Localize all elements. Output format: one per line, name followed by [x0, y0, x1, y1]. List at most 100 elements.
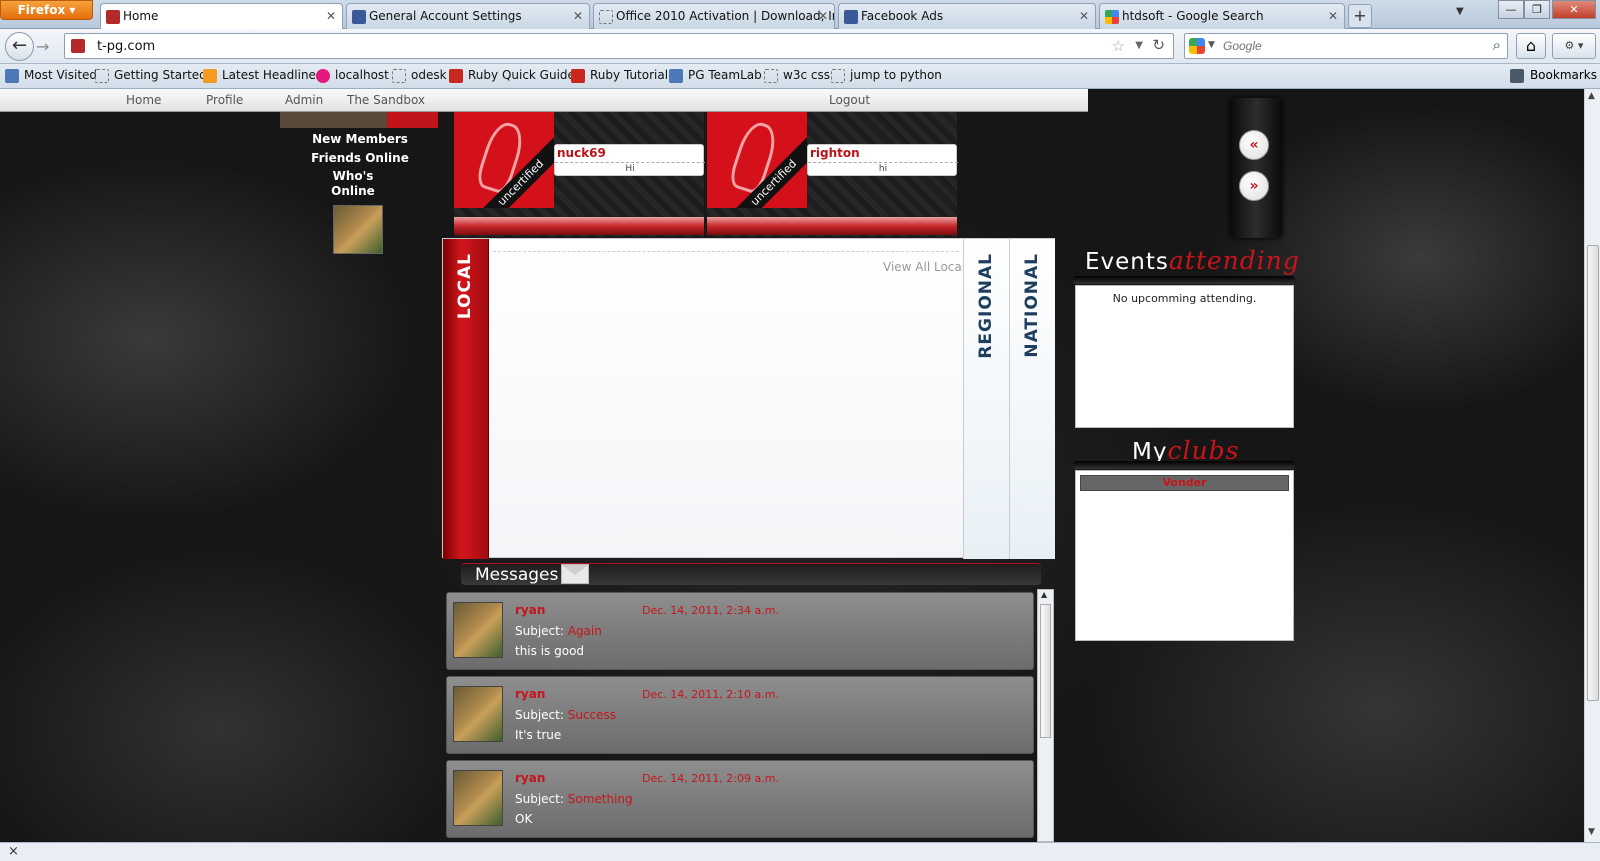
- bookmark-ruby-quick-guide[interactable]: Ruby Quick Guide: [449, 68, 575, 83]
- bookmark-pg-teamlab[interactable]: PG TeamLab: [669, 68, 762, 83]
- bookmark-latest-headlines[interactable]: Latest Headlines: [203, 68, 322, 83]
- friends-online-link[interactable]: Friends Online: [310, 151, 410, 165]
- member-name[interactable]: nuck69: [557, 146, 606, 160]
- close-tab-icon[interactable]: ✕: [573, 4, 583, 28]
- member-photo[interactable]: uncertified: [707, 112, 807, 208]
- url-bar[interactable]: t-pg.com ☆ ▼ ↻: [64, 33, 1174, 59]
- member-carousel-controls: « »: [1230, 98, 1282, 238]
- events-title-bar: [1073, 276, 1295, 284]
- nav-the-sandbox[interactable]: The Sandbox: [347, 93, 425, 107]
- subject-text[interactable]: Success: [568, 708, 616, 722]
- search-icon[interactable]: ⌕: [1493, 36, 1501, 54]
- teamlab-icon: [669, 69, 683, 83]
- envelope-icon[interactable]: [561, 564, 589, 584]
- tab-office-activation[interactable]: Office 2010 Activation | Download, In...…: [593, 3, 835, 29]
- bookmark-jump-to-python[interactable]: jump to python: [831, 68, 942, 83]
- bookmark-getting-started[interactable]: Getting Started: [95, 68, 207, 83]
- scroll-down-icon[interactable]: ▼: [1588, 827, 1595, 837]
- forward-button[interactable]: →: [36, 37, 49, 56]
- nav-admin[interactable]: Admin: [285, 93, 323, 107]
- reload-icon[interactable]: ↻: [1152, 36, 1165, 54]
- bookmark-ruby-tutorial[interactable]: Ruby Tutorial: [571, 68, 668, 83]
- message-sender[interactable]: ryan: [515, 771, 545, 785]
- url-history-dropdown-icon[interactable]: ▼: [1135, 40, 1143, 51]
- message-item[interactable]: ryan Dec. 14, 2011, 2:10 a.m. Subject: S…: [446, 676, 1034, 754]
- member-card[interactable]: uncertified righton hi: [707, 112, 958, 237]
- club-item[interactable]: Vonder: [1080, 475, 1289, 491]
- tab-label: Facebook Ads: [861, 9, 944, 23]
- subject-text[interactable]: Again: [568, 624, 602, 638]
- message-date: Dec. 14, 2011, 2:10 a.m.: [642, 688, 779, 701]
- scroll-thumb[interactable]: [1040, 604, 1051, 738]
- status-bubble: nuck69 Hi: [554, 144, 705, 176]
- view-all-local-link[interactable]: View All Local: [883, 260, 965, 274]
- home-button[interactable]: ⌂: [1516, 33, 1546, 59]
- scroll-up-icon[interactable]: ▲: [1041, 590, 1047, 599]
- tab-regional-label: REGIONAL: [976, 253, 996, 359]
- bookmark-star-icon[interactable]: ☆: [1112, 37, 1125, 55]
- scroll-up-icon[interactable]: ▲: [1588, 91, 1595, 101]
- maximize-window-button[interactable]: ❐: [1524, 0, 1550, 19]
- carousel-next-button[interactable]: »: [1239, 171, 1269, 201]
- close-tab-icon[interactable]: ✕: [1079, 4, 1089, 28]
- engine-dropdown-icon[interactable]: ▼: [1208, 40, 1215, 50]
- message-item[interactable]: ryan Dec. 14, 2011, 2:09 a.m. Subject: S…: [446, 760, 1034, 838]
- tab-facebook-ads[interactable]: Facebook Ads ✕: [838, 3, 1096, 29]
- close-tab-icon[interactable]: ✕: [818, 4, 828, 28]
- url-text[interactable]: t-pg.com: [97, 39, 155, 54]
- scroll-thumb[interactable]: [1587, 245, 1599, 701]
- tab-national-label: NATIONAL: [1022, 253, 1042, 358]
- new-members-link[interactable]: New Members: [310, 132, 410, 146]
- tab-regional[interactable]: REGIONAL: [963, 239, 1009, 559]
- minimize-window-button[interactable]: —: [1498, 0, 1524, 19]
- tab-label: General Account Settings: [369, 9, 522, 23]
- sender-avatar[interactable]: [453, 602, 503, 658]
- online-user-avatar[interactable]: [333, 205, 383, 254]
- new-tab-button[interactable]: +: [1348, 4, 1372, 28]
- subject-text[interactable]: Something: [568, 792, 633, 806]
- sender-avatar[interactable]: [453, 770, 503, 826]
- member-name[interactable]: righton: [810, 146, 860, 160]
- member-status: hi: [808, 162, 958, 174]
- tab-local[interactable]: LOCAL: [443, 239, 489, 559]
- page-scrollbar[interactable]: ▲ ▼: [1584, 89, 1600, 842]
- bookmark-localhost[interactable]: localhost: [316, 68, 389, 83]
- member-thumbnail[interactable]: [387, 112, 438, 128]
- close-addon-bar-icon[interactable]: ×: [8, 844, 19, 859]
- addon-menu-button[interactable]: ⚙ ▾: [1552, 33, 1596, 59]
- list-all-tabs-icon[interactable]: ▼: [1456, 6, 1464, 17]
- messages-title: Messages: [475, 565, 559, 585]
- search-input[interactable]: [1223, 37, 1473, 55]
- facebook-icon: [844, 10, 858, 24]
- close-window-button[interactable]: ✕: [1552, 0, 1596, 19]
- firefox-menu-button[interactable]: Firefox ▾: [0, 0, 93, 20]
- tab-general-account-settings[interactable]: General Account Settings ✕: [346, 3, 590, 29]
- member-card[interactable]: uncertified nuck69 Hi: [454, 112, 705, 237]
- nav-logout[interactable]: Logout: [829, 93, 870, 107]
- subject-label: Subject:: [515, 792, 564, 806]
- message-item[interactable]: ryan Dec. 14, 2011, 2:34 a.m. Subject: A…: [446, 592, 1034, 670]
- tab-home[interactable]: Home ✕: [100, 3, 343, 30]
- bookmark-label: Getting Started: [114, 68, 207, 82]
- bookmark-w3c-css[interactable]: w3c css: [764, 68, 830, 83]
- bookmarks-menu-button[interactable]: Bookmarks: [1509, 68, 1597, 83]
- message-sender[interactable]: ryan: [515, 603, 545, 617]
- sender-avatar[interactable]: [453, 686, 503, 742]
- messages-scrollbar[interactable]: ▲: [1037, 589, 1054, 842]
- tab-national[interactable]: NATIONAL: [1009, 239, 1055, 559]
- clubs-title-bar: [1073, 461, 1295, 469]
- bookmark-odesk[interactable]: odesk: [392, 68, 447, 83]
- message-sender[interactable]: ryan: [515, 687, 545, 701]
- message-subject: Subject: Again: [515, 624, 602, 638]
- nav-home[interactable]: Home: [126, 93, 161, 107]
- member-photo[interactable]: uncertified: [454, 112, 554, 208]
- site-identity-icon[interactable]: [71, 39, 85, 53]
- google-engine-icon[interactable]: [1189, 38, 1205, 54]
- tab-google-search[interactable]: htdsoft - Google Search ✕: [1099, 3, 1345, 29]
- close-tab-icon[interactable]: ✕: [1328, 4, 1338, 28]
- close-tab-icon[interactable]: ✕: [326, 4, 336, 28]
- bookmark-most-visited[interactable]: Most Visited: [5, 68, 97, 83]
- back-button[interactable]: ←: [5, 32, 34, 61]
- carousel-prev-button[interactable]: «: [1239, 130, 1269, 160]
- nav-profile[interactable]: Profile: [206, 93, 243, 107]
